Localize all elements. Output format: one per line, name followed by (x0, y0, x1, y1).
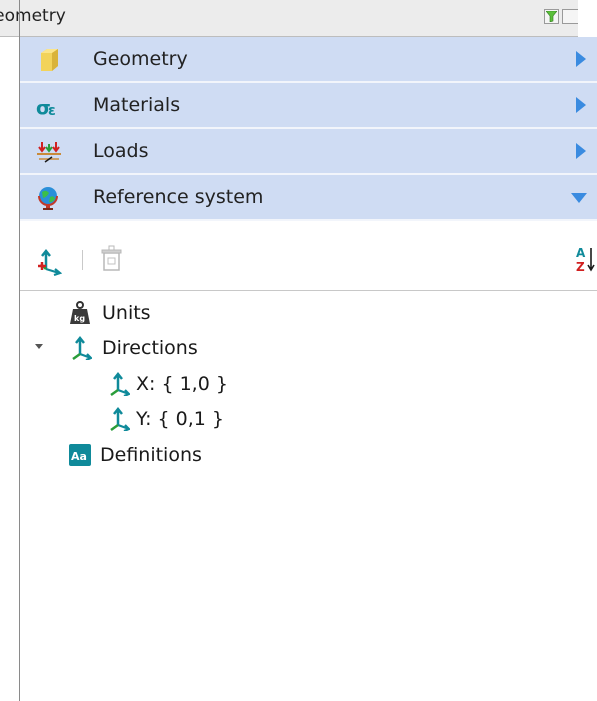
expand-right-icon[interactable] (575, 143, 587, 159)
expand-down-icon[interactable] (571, 192, 587, 204)
reference-system-panel: Geometry σ ε Materials Loads Reference s… (19, 0, 597, 701)
reference-system-toolbar: A Z (20, 228, 597, 291)
tree-item-label: X: { 1,0 } (136, 373, 228, 395)
reference-system-tree: kg Units Directions X: { 1,0 } Y: {0,1 … (20, 291, 597, 701)
section-materials[interactable]: σ ε Materials (20, 83, 597, 129)
expand-right-icon[interactable] (575, 51, 587, 67)
section-label: Materials (93, 94, 181, 116)
svg-text:Aa: Aa (71, 450, 87, 463)
expand-right-icon[interactable] (575, 97, 587, 113)
axes-icon (110, 372, 130, 396)
tree-item-y-direction[interactable]: Y: { 0,1 } (106, 404, 224, 434)
kg-weight-icon: kg (70, 301, 90, 324)
section-label: Loads (93, 140, 149, 162)
svg-text:A: A (576, 246, 586, 260)
section-label: Geometry (93, 48, 188, 70)
tree-item-label: Y: { 0,1 } (136, 408, 224, 430)
section-reference-system[interactable]: Reference system (20, 175, 597, 221)
section-loads[interactable]: Loads (20, 129, 597, 175)
tree-item-directions[interactable]: Directions (68, 333, 198, 363)
tree-item-label: Definitions (100, 444, 202, 466)
axes-icon (110, 407, 130, 431)
materials-sigma-epsilon-icon: σ ε (36, 97, 56, 118)
sort-az-icon[interactable]: A Z (576, 245, 597, 273)
toolbar-separator (82, 250, 83, 270)
section-geometry[interactable]: Geometry (20, 37, 597, 83)
globe-icon (38, 187, 58, 210)
add-axes-icon[interactable] (34, 248, 62, 276)
svg-text:kg: kg (74, 314, 85, 323)
tree-item-definitions[interactable]: Aa Definitions (68, 440, 202, 470)
svg-text:ε: ε (48, 103, 56, 118)
tree-item-label: Directions (102, 337, 198, 359)
tree-item-label: Units (102, 302, 151, 324)
tree-item-x-direction[interactable]: X: { 1,0 } (106, 369, 228, 399)
loads-icon (37, 142, 61, 163)
axes-icon (72, 336, 92, 360)
svg-text:Z: Z (576, 260, 585, 273)
delete-icon[interactable] (100, 244, 124, 272)
collapse-arrow-icon[interactable] (35, 344, 43, 349)
tree-item-units[interactable]: kg Units (68, 298, 151, 328)
geometry-block-icon (41, 49, 58, 71)
aa-definitions-icon: Aa (69, 444, 91, 466)
section-label: Reference system (93, 186, 264, 208)
